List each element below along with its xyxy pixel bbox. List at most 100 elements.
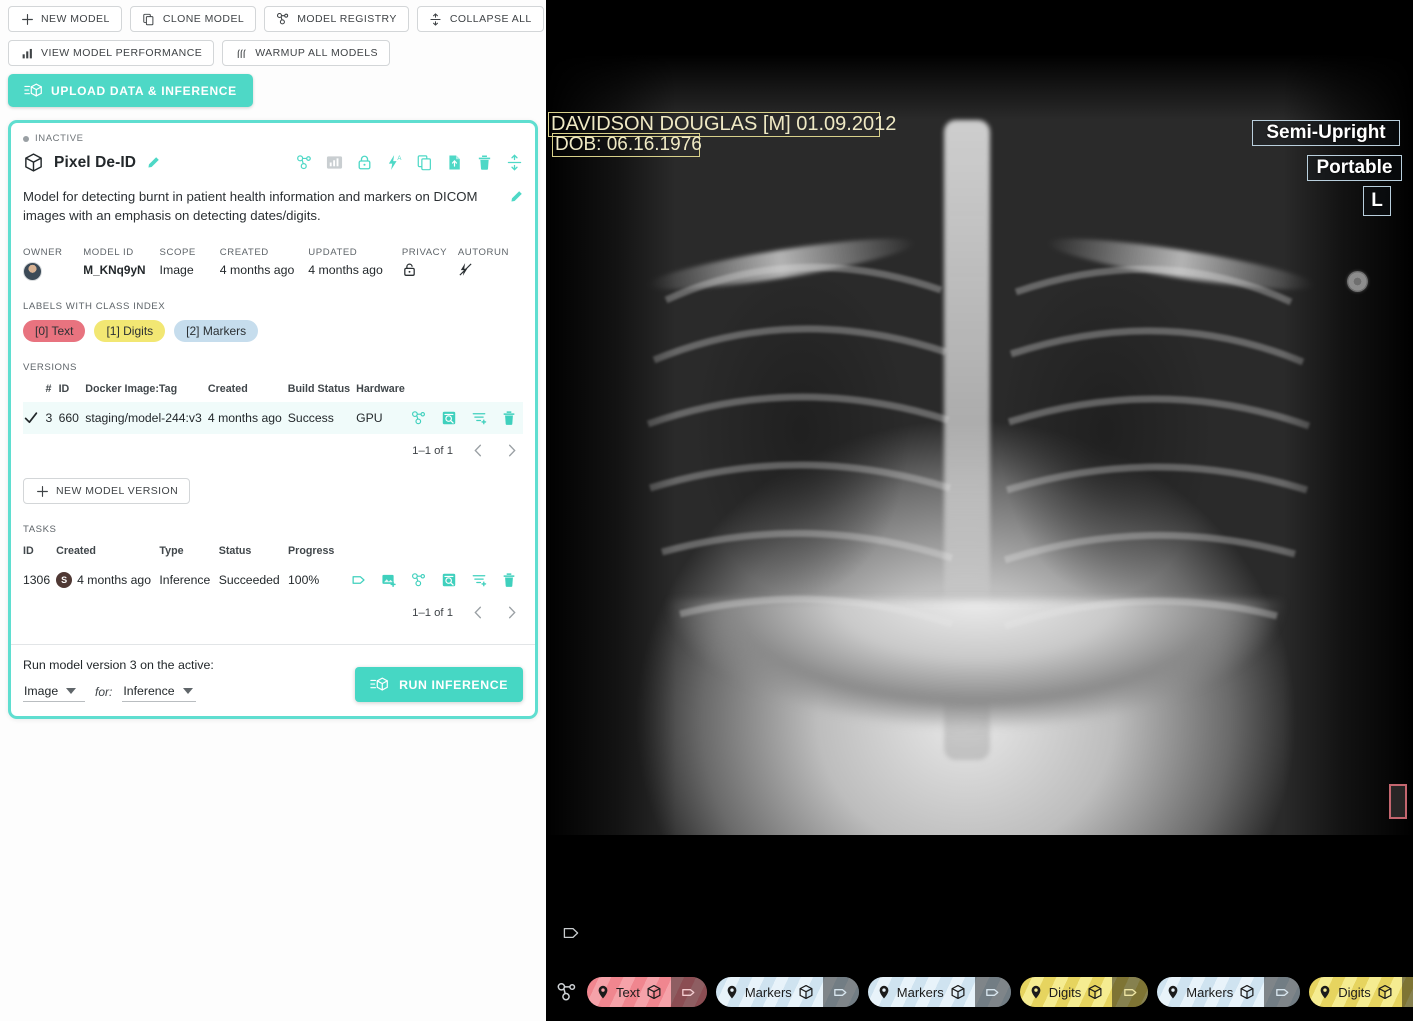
xray-image-container[interactable]: DAVIDSON DOUGLAS [M] 01.09.2012 DOB: 06.… (546, 0, 1413, 835)
nodes-icon[interactable] (556, 981, 578, 1003)
file-export-icon[interactable] (446, 154, 463, 171)
label-chip-digits-1[interactable]: Digits (1019, 977, 1149, 1007)
avatar (23, 262, 42, 281)
mode-select[interactable]: Inference (122, 684, 196, 702)
chip-tag-action[interactable] (670, 977, 707, 1007)
chip-tag-action[interactable] (1401, 977, 1413, 1007)
chevron-right-icon[interactable] (504, 443, 519, 458)
annotation-box-semi-upright[interactable]: Semi-Upright (1252, 120, 1400, 146)
upload-data-and-inference-button[interactable]: UPLOAD DATA & INFERENCE (8, 74, 253, 107)
table-row[interactable]: 3 660 staging/model-244:v3 4 months ago … (23, 402, 523, 434)
collapse-all-button[interactable]: COLLAPSE ALL (416, 6, 544, 32)
chevron-right-icon[interactable] (504, 605, 519, 620)
tag-icon[interactable] (351, 572, 367, 588)
new-model-button[interactable]: NEW MODEL (8, 6, 122, 32)
pin-icon (1166, 985, 1180, 999)
label-chip-markers-1[interactable]: Markers (715, 977, 859, 1007)
xray-metal-marker (1347, 271, 1368, 292)
annotation-box-portable[interactable]: Portable (1307, 155, 1402, 181)
clone-model-button[interactable]: CLONE MODEL (129, 6, 257, 32)
meta-scope: SCOPE Image (160, 247, 206, 281)
meta-autorun-label: AUTORUN (457, 247, 509, 258)
autorun-lightning-icon[interactable]: A (386, 154, 403, 171)
trash-icon[interactable] (501, 572, 517, 588)
label-chip-digits-2[interactable]: Digits (1309, 977, 1413, 1007)
inspect-icon[interactable] (441, 572, 457, 588)
annotation-box-edge-text[interactable] (1389, 784, 1407, 819)
trash-icon[interactable] (476, 154, 493, 171)
inspect-icon[interactable] (441, 410, 457, 426)
chip-label: Markers (896, 984, 944, 1000)
model-card-header: Pixel De-ID A (23, 152, 523, 173)
label-chip-text[interactable]: [0] Text (23, 320, 86, 342)
tasks-col-status: Status (218, 545, 252, 557)
plus-icon (20, 12, 34, 26)
new-model-version-button[interactable]: NEW MODEL VERSION (23, 478, 191, 504)
annotation-box-laterality[interactable]: L (1363, 186, 1391, 216)
version-created: 4 months ago (207, 411, 282, 425)
chip-tag-action[interactable] (822, 977, 859, 1007)
tasks-col-progress: Progress (288, 545, 335, 557)
filter-add-icon[interactable] (471, 410, 487, 426)
versions-pager-text: 1–1 of 1 (412, 444, 453, 457)
trash-icon[interactable] (501, 410, 517, 426)
pin-icon (725, 985, 739, 999)
meta-autorun: AUTORUN (458, 247, 509, 281)
chip-tag-action[interactable] (1264, 977, 1301, 1007)
versions-section-title: VERSIONS (23, 362, 77, 373)
scope-select[interactable]: Image (23, 684, 85, 702)
model-performance-chart-icon[interactable] (326, 154, 343, 171)
meta-privacy: PRIVACY (401, 247, 448, 281)
versions-col-num: # (45, 383, 52, 395)
label-chip-markers-2[interactable]: Markers (867, 977, 1011, 1007)
annotation-label-portable: Portable (1316, 157, 1393, 178)
chevron-left-icon[interactable] (471, 443, 486, 458)
lock-icon[interactable] (356, 154, 373, 171)
filter-add-icon[interactable] (471, 572, 487, 588)
chevron-left-icon[interactable] (471, 605, 486, 620)
model-title-group: Pixel De-ID (23, 152, 296, 173)
duplicate-icon[interactable] (416, 154, 433, 171)
meta-created-label: CREATED (219, 247, 269, 258)
cube-icon (646, 984, 662, 1000)
collapse-card-icon[interactable] (506, 154, 523, 171)
plus-icon (35, 484, 49, 498)
model-meta-grid: OWNER MODEL ID M_KNq9yN SCOPE Image CREA… (23, 247, 523, 281)
pin-icon (1318, 985, 1332, 999)
versions-col-build-status: Build Status (287, 383, 351, 395)
share-nodes-icon[interactable] (296, 154, 313, 171)
label-chip-text-1[interactable]: Text (587, 977, 707, 1007)
tag-outline-icon[interactable] (561, 922, 583, 944)
image-add-icon[interactable] (381, 572, 397, 588)
version-selected-check[interactable] (23, 402, 45, 434)
privacy-lock-icon[interactable] (402, 262, 417, 277)
label-chip-digits[interactable]: [1] Digits (94, 320, 166, 342)
edit-description-pencil-icon[interactable] (509, 190, 523, 204)
label-chip-markers[interactable]: [2] Markers (174, 320, 259, 342)
warmup-all-models-button[interactable]: WARMUP ALL MODELS (222, 40, 390, 66)
model-management-panel: NEW MODEL CLONE MODEL MODEL REGISTRY COL… (0, 0, 546, 1021)
meta-privacy-label: PRIVACY (401, 247, 448, 258)
tasks-col-type: Type (159, 545, 184, 557)
copy-icon (142, 12, 156, 26)
meta-model-id-label: MODEL ID (83, 247, 134, 258)
autorun-off-icon[interactable] (458, 262, 473, 277)
label-chip-markers-3[interactable]: Markers (1157, 977, 1301, 1007)
annotation-label-dob: DOB: 06.16.1976 (555, 134, 702, 155)
table-row[interactable]: 1306 S 4 months ago Inference Succeeded … (23, 564, 523, 596)
run-inference-button[interactable]: RUN INFERENCE (355, 667, 523, 702)
model-registry-button[interactable]: MODEL REGISTRY (264, 6, 409, 32)
chip-tag-action[interactable] (1112, 977, 1149, 1007)
annotation-label-laterality: L (1371, 190, 1383, 211)
model-description: Model for detecting burnt in patient hea… (23, 189, 478, 223)
view-model-performance-button[interactable]: VIEW MODEL PERFORMANCE (8, 40, 215, 66)
share-nodes-icon[interactable] (411, 572, 427, 588)
edit-title-pencil-icon[interactable] (146, 156, 160, 170)
version-build-status: Success (287, 411, 334, 425)
chip-body: Digits (1020, 977, 1113, 1007)
share-nodes-icon[interactable] (411, 410, 427, 426)
chip-tag-action[interactable] (974, 977, 1011, 1007)
annotation-box-dob[interactable]: DOB: 06.16.1976 (552, 133, 702, 157)
pin-icon (877, 985, 891, 999)
tag-icon (1122, 984, 1139, 1001)
